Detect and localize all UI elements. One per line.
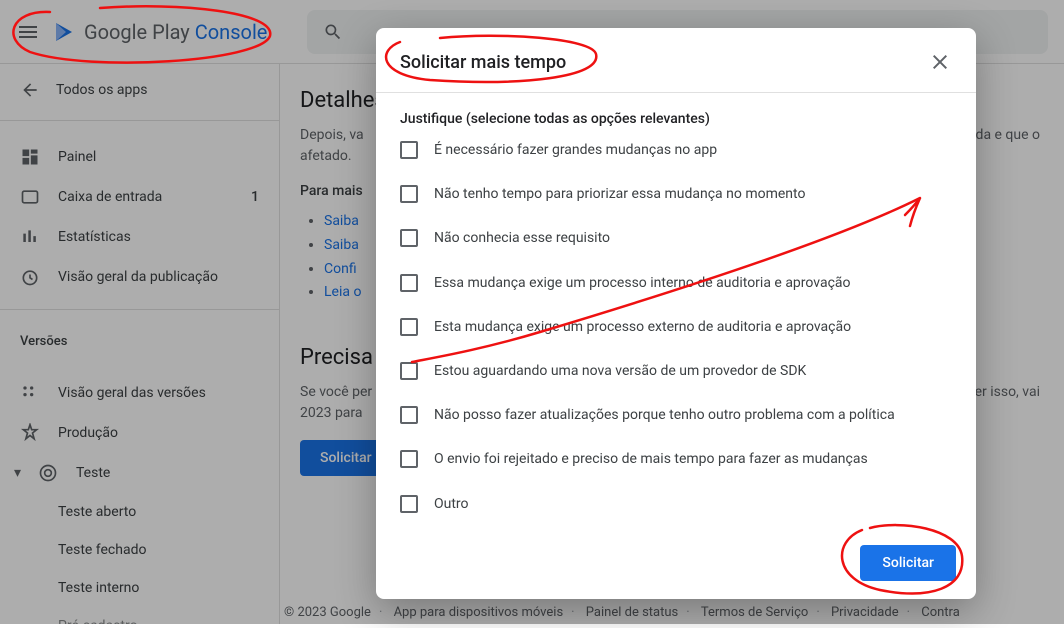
request-more-time-dialog: Solicitar mais tempo Justifique (selecio… (376, 28, 976, 599)
option-row: Não tenho tempo para priorizar essa muda… (400, 185, 952, 203)
option-label: Não conhecia esse requisito (434, 229, 610, 247)
option-row: Essa mudança exige um processo interno d… (400, 274, 952, 292)
option-label: Não posso fazer atualizações porque tenh… (434, 406, 895, 424)
option-label: Outro (434, 495, 469, 513)
option-row: Outro (400, 495, 952, 513)
option-label: Estou aguardando uma nova versão de um p… (434, 362, 806, 380)
dialog-submit-button[interactable]: Solicitar (860, 545, 956, 581)
option-row: É necessário fazer grandes mudanças no a… (400, 141, 952, 159)
option-label: Essa mudança exige um processo interno d… (434, 274, 851, 292)
close-icon (928, 50, 952, 74)
close-button[interactable] (928, 50, 952, 74)
dialog-title: Solicitar mais tempo (400, 52, 928, 73)
option-row: Não conhecia esse requisito (400, 229, 952, 247)
option-label: O envio foi rejeitado e preciso de mais … (434, 450, 868, 468)
checkbox[interactable] (400, 141, 418, 159)
checkbox[interactable] (400, 406, 418, 424)
checkbox[interactable] (400, 185, 418, 203)
option-label: Esta mudança exige um processo externo d… (434, 318, 851, 336)
option-row: Não posso fazer atualizações porque tenh… (400, 406, 952, 424)
checkbox[interactable] (400, 495, 418, 513)
checkbox[interactable] (400, 450, 418, 468)
option-row: Esta mudança exige um processo externo d… (400, 318, 952, 336)
option-label: É necessário fazer grandes mudanças no a… (434, 141, 717, 159)
checkbox[interactable] (400, 318, 418, 336)
option-label: Não tenho tempo para priorizar essa muda… (434, 185, 805, 203)
dialog-subhead: Justifique (selecione todas as opções re… (400, 111, 952, 127)
option-row: Estou aguardando uma nova versão de um p… (400, 362, 952, 380)
checkbox[interactable] (400, 274, 418, 292)
option-row: O envio foi rejeitado e preciso de mais … (400, 450, 952, 468)
checkbox[interactable] (400, 229, 418, 247)
checkbox[interactable] (400, 362, 418, 380)
